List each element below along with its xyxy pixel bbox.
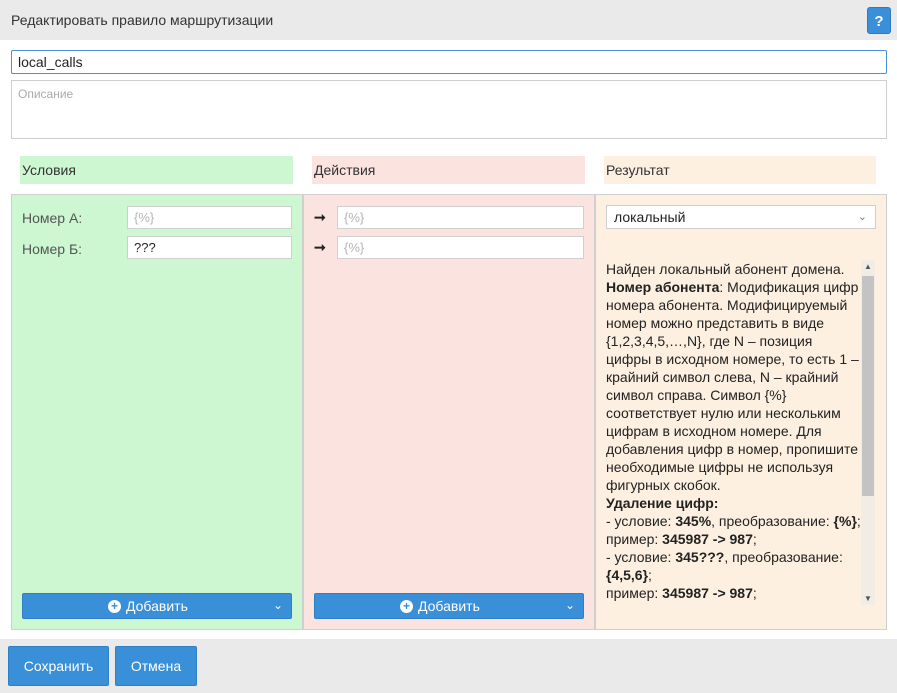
result-selected-value: локальный — [614, 209, 686, 225]
cancel-button[interactable]: Отмена — [115, 646, 197, 686]
save-button[interactable]: Сохранить — [8, 646, 109, 686]
help-line: - условие: 345%, преобразование: {%}; — [606, 513, 861, 529]
help-line: Найден локальный абонент домена. — [606, 261, 845, 277]
scroll-down-icon[interactable]: ▼ — [864, 594, 872, 603]
help-line: Удаление цифр: — [606, 495, 719, 511]
chevron-down-icon: ⌄ — [857, 211, 867, 223]
result-help-text: Найден локальный абонент домена. Номер а… — [606, 260, 861, 605]
dialog-header: Редактировать правило маршрутизации ? — [0, 0, 897, 40]
chevron-down-icon[interactable]: ⌄ — [273, 598, 283, 612]
add-condition-label: Добавить — [126, 598, 188, 614]
rule-name-input[interactable] — [11, 50, 887, 74]
help-scrollbar[interactable]: ▲ ▼ — [861, 260, 875, 605]
help-button[interactable]: ? — [867, 7, 891, 34]
dialog-title: Редактировать правило маршрутизации — [11, 12, 274, 28]
scroll-thumb[interactable] — [862, 276, 874, 496]
help-line: Номер абонента: Модификация цифр номера … — [606, 279, 859, 493]
chevron-down-icon[interactable]: ⌄ — [565, 598, 575, 612]
add-action-button[interactable]: + Добавить ⌄ — [314, 593, 584, 619]
arrow-right-icon: ➞ — [314, 239, 326, 255]
result-header: Результат — [604, 156, 876, 184]
result-panel: локальный ⌄ Найден локальный абонент дом… — [595, 194, 887, 630]
condition-number-a-input[interactable] — [127, 206, 292, 229]
condition-number-b-input[interactable] — [127, 236, 292, 259]
conditions-header: Условия — [20, 156, 293, 184]
description-field[interactable] — [11, 80, 887, 139]
actions-header: Действия — [312, 156, 585, 184]
help-line: - условие: 345???, преобразование: {4,5,… — [606, 549, 843, 583]
help-line: пример: 345987 -> 987; — [606, 585, 757, 601]
actions-panel: ➞ ➞ + Добавить ⌄ — [303, 194, 595, 630]
action-number-b-input[interactable] — [337, 236, 584, 259]
plus-circle-icon: + — [108, 600, 121, 613]
conditions-panel: Номер А: Номер Б: + Добавить ⌄ — [11, 194, 303, 630]
dialog-footer: Сохранить Отмена — [0, 639, 897, 693]
number-b-label: Номер Б: — [22, 241, 83, 257]
question-icon: ? — [874, 13, 884, 30]
scroll-up-icon[interactable]: ▲ — [864, 262, 872, 271]
plus-circle-icon: + — [400, 600, 413, 613]
arrow-right-icon: ➞ — [314, 209, 326, 225]
action-number-a-input[interactable] — [337, 206, 584, 229]
result-select[interactable]: локальный ⌄ — [606, 205, 876, 229]
add-action-label: Добавить — [418, 598, 480, 614]
number-a-label: Номер А: — [22, 210, 83, 226]
add-condition-button[interactable]: + Добавить ⌄ — [22, 593, 292, 619]
help-line: пример: 345987 -> 987; — [606, 531, 757, 547]
